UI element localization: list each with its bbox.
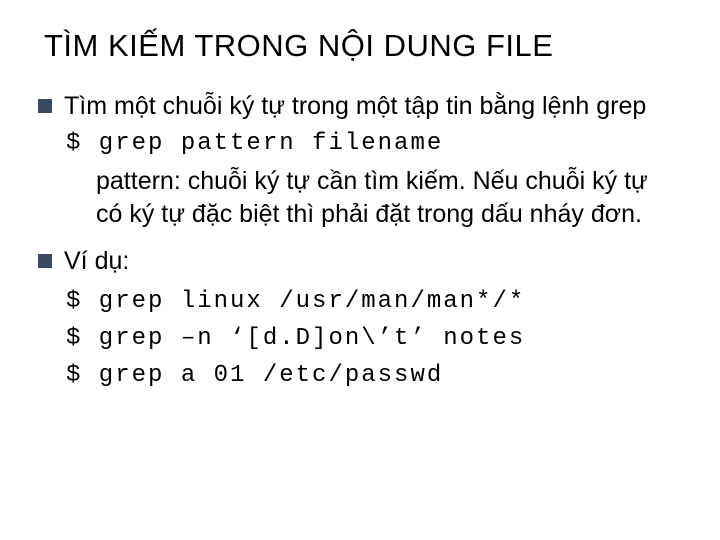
slide: TÌM KIẾM TRONG NỘI DUNG FILE Tìm một chu… <box>0 0 720 540</box>
example-line-2: $ grep –n ‘[d.D]on\’t’ notes <box>66 320 686 357</box>
example-line-1: $ grep linux /usr/man/man*/* <box>66 283 686 320</box>
square-bullet-icon <box>38 99 52 113</box>
bullet-item-2: Ví dụ: <box>38 245 686 279</box>
square-bullet-icon <box>38 254 52 268</box>
bullet-item-1: Tìm một chuỗi ký tự trong một tập tin bằ… <box>38 90 686 124</box>
code-grep-usage: $ grep pattern filename <box>66 130 686 157</box>
bullet-1-text: Tìm một chuỗi ký tự trong một tập tin bằ… <box>64 90 646 124</box>
bullet-2-text: Ví dụ: <box>64 245 129 279</box>
slide-title: TÌM KIẾM TRONG NỘI DUNG FILE <box>44 28 686 64</box>
pattern-description: pattern: chuỗi ký tự cần tìm kiếm. Nếu c… <box>96 165 666 231</box>
example-line-3: $ grep a 01 /etc/passwd <box>66 357 686 394</box>
